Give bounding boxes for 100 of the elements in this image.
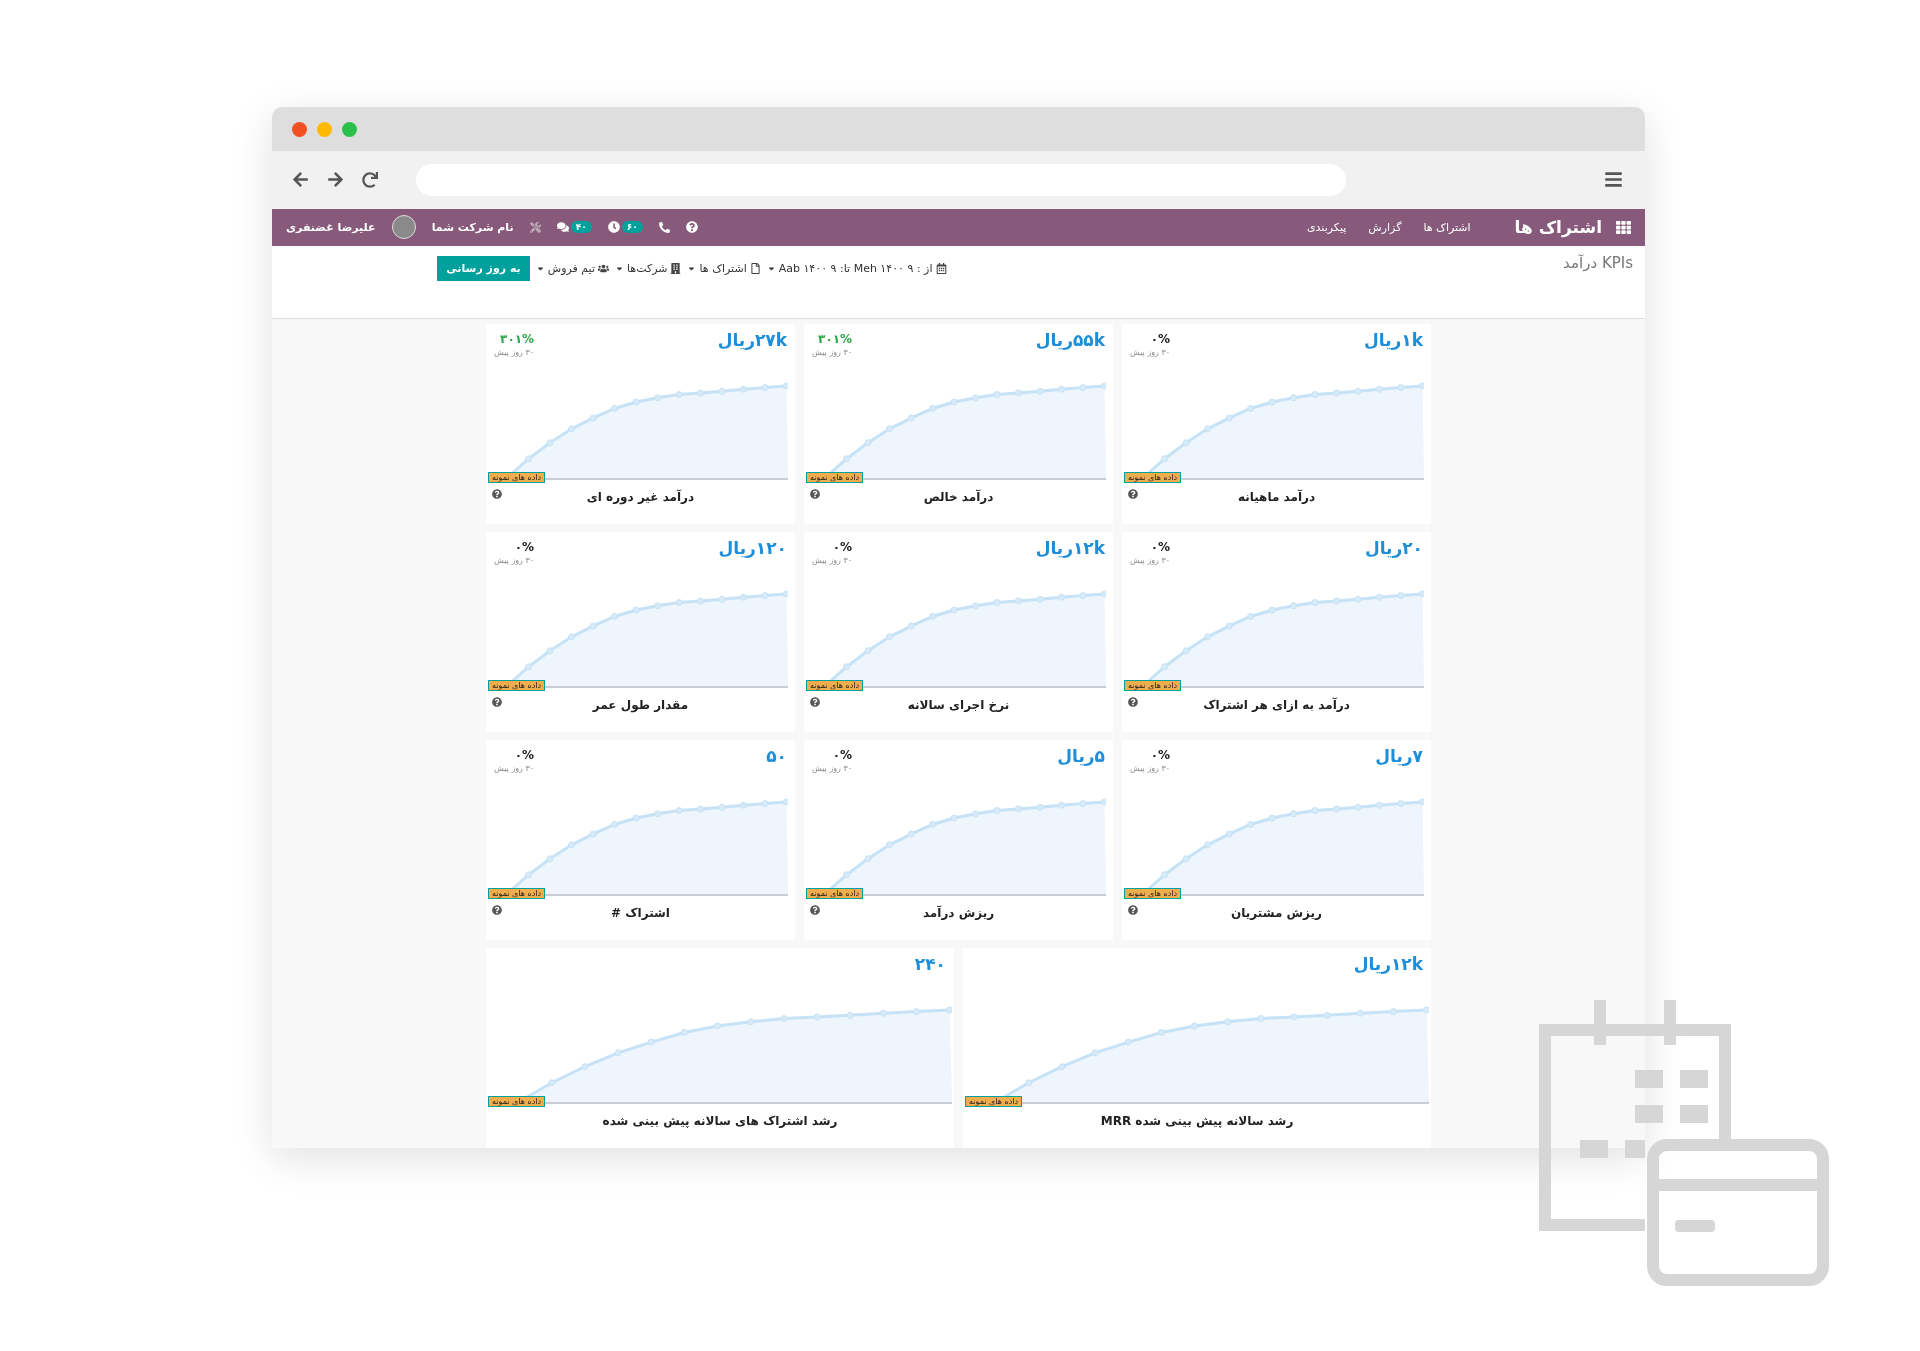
chart-point: [1161, 871, 1169, 879]
help-icon[interactable]: [810, 905, 820, 915]
kpi-title: رشد اشتراک های سالانه پیش بینی شده: [602, 1114, 838, 1128]
chart-point: [761, 384, 769, 392]
chart-point: [783, 590, 788, 598]
document-icon: [749, 263, 761, 275]
chart-point: [1354, 387, 1362, 395]
chart-point: [675, 391, 683, 399]
refresh-button[interactable]: به روز رسانی: [437, 256, 530, 282]
filter-dropdown[interactable]: اشتراک ها: [687, 262, 761, 276]
company-name[interactable]: نام شرکت شما: [431, 220, 514, 234]
kpi-period: ۳۰ روز پیش: [494, 348, 535, 357]
chart-point: [1101, 798, 1106, 806]
help-icon[interactable]: [1128, 489, 1138, 499]
chart-point: [1225, 622, 1233, 630]
chart-point: [1311, 599, 1319, 607]
kpi-title: مقدار طول عمر: [592, 698, 689, 712]
chart-point: [761, 800, 769, 808]
kpi-period: ۳۰ روز پیش: [494, 764, 535, 773]
sample-data-badge: داده های نمونه: [1124, 680, 1182, 691]
menu-icon[interactable]: [1604, 170, 1623, 190]
chart-point: [1376, 385, 1383, 393]
chart-point: [1397, 384, 1405, 392]
kpi-change: ۰%: [1150, 748, 1171, 762]
help-icon[interactable]: [492, 697, 502, 707]
chart-point: [568, 841, 576, 849]
user-name[interactable]: علیرضا غضنفری: [286, 220, 376, 234]
chart-point: [1268, 814, 1276, 822]
kpi-value: ۲۷kریال: [717, 330, 787, 350]
company-icon: [670, 263, 682, 275]
chart-point: [1182, 439, 1190, 447]
kpi-title: درآمد خالص: [923, 490, 994, 504]
help-icon[interactable]: [492, 489, 502, 499]
kpi-change: ۰%: [514, 748, 535, 762]
help-icon[interactable]: [1128, 697, 1138, 707]
chart-point: [813, 1013, 821, 1021]
sample-data-badge: داده های نمونه: [1124, 472, 1182, 483]
team-icon: [598, 263, 609, 275]
chart-point: [740, 385, 747, 393]
help-icon[interactable]: [685, 221, 698, 234]
help-icon[interactable]: [810, 697, 820, 707]
chart-point: [864, 647, 872, 655]
chart-point: [525, 455, 533, 463]
chart-point: [864, 439, 872, 447]
help-icon[interactable]: [810, 489, 820, 499]
sample-data-badge: داده های نمونه: [488, 1096, 546, 1107]
chart-point: [972, 810, 980, 818]
chart-point: [929, 613, 937, 620]
reload-icon[interactable]: [362, 171, 378, 188]
menu-item[interactable]: گزارش: [1368, 220, 1402, 234]
chart-point: [525, 663, 533, 671]
forward-arrow-icon[interactable]: [327, 171, 344, 189]
chart-point: [1182, 855, 1190, 863]
apps-grid-icon[interactable]: [1616, 219, 1631, 235]
filter-dropdown[interactable]: شرکت‌ها: [615, 262, 682, 276]
chart-point: [907, 830, 915, 838]
kpi-change: ۰%: [832, 540, 853, 554]
chart-point: [843, 455, 851, 463]
chart-point: [747, 1018, 755, 1026]
chart-point: [697, 597, 705, 605]
chart-point: [1423, 1006, 1429, 1014]
kpi-change: ۳۰۱%: [500, 332, 535, 346]
menu-item[interactable]: اشتراک ها: [1423, 220, 1471, 234]
help-icon[interactable]: [492, 905, 502, 915]
sample-data-badge: داده های نمونه: [806, 472, 864, 483]
filter-dropdown[interactable]: تیم فروش: [535, 262, 609, 276]
user-avatar[interactable]: [391, 215, 416, 240]
chart-point: [740, 593, 747, 601]
chart-point: [1058, 1063, 1066, 1071]
close-window-button[interactable]: [292, 121, 307, 137]
menu-item[interactable]: پیکربندی: [1307, 220, 1347, 234]
chart-point: [1036, 595, 1044, 603]
chart-point: [1224, 1018, 1232, 1026]
kpi-title: نرخ اجرای سالانه: [907, 698, 1010, 712]
filter-dropdown[interactable]: از : ۹ Meh ۱۴۰۰ تا: ۹ Aab ۱۴۰۰: [766, 262, 947, 276]
chart-point: [1124, 1038, 1132, 1046]
chart-point: [1333, 597, 1341, 605]
kpi-period: ۳۰ روز پیش: [812, 348, 853, 357]
chart-point: [1225, 830, 1233, 838]
kpi-value: ۵۰: [766, 746, 787, 766]
chart-point: [972, 394, 980, 402]
kpi-value: ۱۲kریال: [1035, 538, 1105, 558]
tools-icon[interactable]: [529, 221, 541, 233]
help-icon[interactable]: [1128, 905, 1138, 915]
chart-point: [1191, 1022, 1199, 1030]
kpi-title: ریزش مشتریان: [1231, 906, 1322, 920]
kpi-value: ۵ریال: [1057, 746, 1105, 766]
phone-icon[interactable]: [658, 221, 670, 233]
chart-point: [1290, 602, 1298, 610]
chart-point: [589, 622, 597, 630]
page-title: KPIs درآمد: [1563, 254, 1633, 273]
sample-data-badge: داده های نمونه: [806, 680, 864, 691]
chart-point: [783, 798, 788, 806]
back-arrow-icon[interactable]: [292, 171, 309, 189]
chat-icon[interactable]: [556, 221, 569, 234]
chart-point: [1311, 807, 1319, 815]
chart-point: [611, 821, 619, 828]
clock-icon[interactable]: [607, 221, 620, 234]
chart-point: [525, 871, 533, 879]
chart-point: [1079, 592, 1087, 600]
